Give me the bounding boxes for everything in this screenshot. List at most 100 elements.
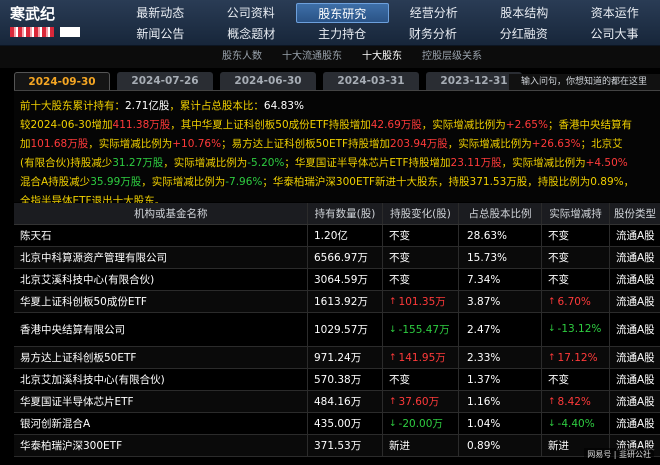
date-tab-2024-07-26[interactable]: 2024-07-26 xyxy=(117,72,213,90)
share-ratio-text: 1.04% xyxy=(467,417,501,430)
holder-name: 北京艾加溪科技中心(有限合伙) xyxy=(14,369,308,390)
table-row[interactable]: 华夏国证半导体芯片ETF 484.16万 ↑ 37.60万 1.16% ↑ 8.42% 流通A… xyxy=(14,391,660,413)
header-ratio[interactable]: 占总股本比例 xyxy=(459,203,542,224)
holding-change-text: 新进 xyxy=(389,440,410,452)
summary-value: +2.65% xyxy=(505,119,548,131)
table-row[interactable]: 易方达上证科创板50ETF 971.24万 ↑ 141.95万 2.33% ↑ 17.12%… xyxy=(14,347,660,369)
arrow-up-icon: ↑ xyxy=(389,296,397,307)
summary-text: ；北京艾 xyxy=(580,138,623,150)
arrow-up-icon: ↑ xyxy=(389,352,397,363)
share-type: 流通A股 xyxy=(610,313,660,346)
holding-change-text: 不变 xyxy=(389,274,410,286)
actual-change-text: 17.12% xyxy=(557,351,598,364)
summary-value: +26.63% xyxy=(531,138,581,150)
holder-name: 银河创新混合A xyxy=(14,413,308,434)
summary-value: 203.94万股 xyxy=(390,138,448,150)
holding-change-text: 不变 xyxy=(389,230,410,242)
report-date-tabs: 2024-09-30 2024-07-26 2024-06-30 2024-03… xyxy=(14,72,660,90)
summary-text: ，实际增减比例为 xyxy=(421,119,506,131)
actual-change-text: 新进 xyxy=(548,440,569,452)
nav-main-holdings[interactable]: 主力持仓 xyxy=(297,24,388,44)
question-search-input[interactable]: 输入问句，你想知道的都在这里 xyxy=(509,74,660,90)
table-row[interactable]: 华夏上证科创板50成份ETF 1613.92万 ↑ 101.35万 3.87% ↑ 6.70… xyxy=(14,291,660,313)
summary-line-3: 加101.68万股，实际增减比例为+10.76%；易方达上证科创板50ETF持股… xyxy=(20,135,660,154)
share-ratio: 2.33% xyxy=(459,347,542,368)
holding-quantity-text: 1613.92万 xyxy=(314,296,368,308)
summary-value: +4.50% xyxy=(585,157,628,169)
share-ratio: 3.87% xyxy=(459,291,542,312)
holding-change: ↑ 101.35万 xyxy=(383,291,459,312)
arrow-down-icon: ↓ xyxy=(389,418,397,429)
share-type-text: 流通A股 xyxy=(616,352,655,364)
summary-value: 64.83% xyxy=(263,100,304,112)
holder-name-text: 陈天石 xyxy=(20,230,52,242)
holding-quantity: 371.53万 xyxy=(308,435,383,456)
share-type-text: 流通A股 xyxy=(616,252,655,264)
date-tab-2023-12-31[interactable]: 2023-12-31 xyxy=(426,72,522,90)
summary-text: ，实际增减比例为 xyxy=(501,157,586,169)
summary-value: 31.27万股 xyxy=(112,157,164,169)
table-row[interactable]: 北京中科算源资产管理有限公司 6566.97万 不变 15.73% 不变 流通A股 xyxy=(14,247,660,269)
holding-quantity: 484.16万 xyxy=(308,391,383,412)
nav-financial-analysis[interactable]: 财务分析 xyxy=(387,24,478,44)
share-type-text: 流通A股 xyxy=(616,296,655,308)
summary-text: ，实际增减比例为 xyxy=(88,138,173,150)
nav-company-profile[interactable]: 公司资料 xyxy=(206,3,297,23)
holding-quantity: 3064.59万 xyxy=(308,269,383,290)
holding-change: ↑ 37.60万 xyxy=(383,391,459,412)
share-ratio-text: 28.63% xyxy=(467,229,508,242)
holder-name-text: 华泰柏瑞沪深300ETF xyxy=(20,440,123,452)
holder-name: 易方达上证科创板50ETF xyxy=(14,347,308,368)
tab-top10-holders[interactable]: 十大股东 xyxy=(362,46,402,68)
header-quantity[interactable]: 持有数量(股) xyxy=(308,203,383,224)
summary-value: -7.96% xyxy=(225,176,263,188)
tab-holding-hierarchy[interactable]: 控股层级关系 xyxy=(422,46,482,68)
nav-shareholder-research[interactable]: 股东研究 xyxy=(296,3,389,23)
holder-name-text: 银河创新混合A xyxy=(20,418,91,430)
nav-company-events[interactable]: 公司大事 xyxy=(569,24,660,44)
nav-operation-analysis[interactable]: 经营分析 xyxy=(389,3,480,23)
nav-latest-news[interactable]: 最新动态 xyxy=(115,3,206,23)
summary-text: ，累计占总股本比： xyxy=(169,100,264,112)
table-row[interactable]: 北京艾加溪科技中心(有限合伙) 570.38万 不变 1.37% 不变 流通A股 xyxy=(14,369,660,391)
summary-text: ，实际增减比例为 xyxy=(163,157,248,169)
summary-value: 23.11万股 xyxy=(450,157,502,169)
holding-change-text: 不变 xyxy=(389,374,410,386)
date-tab-2024-06-30[interactable]: 2024-06-30 xyxy=(220,72,316,90)
holding-change-text: 不变 xyxy=(389,252,410,264)
share-ratio: 1.37% xyxy=(459,369,542,390)
nav-capital-operation[interactable]: 资本运作 xyxy=(570,3,660,23)
header-actual-change[interactable]: 实际增减持 xyxy=(542,203,610,224)
holding-quantity-text: 435.00万 xyxy=(314,418,362,430)
tab-top10-float-holders[interactable]: 十大流通股东 xyxy=(282,46,342,68)
holder-name: 香港中央结算有限公司 xyxy=(14,313,308,346)
holder-name: 北京艾溪科技中心(有限合伙) xyxy=(14,269,308,290)
table-row[interactable]: 香港中央结算有限公司 1029.57万 ↓ -155.47万 2.47% ↓ -13.12%… xyxy=(14,313,660,347)
nav-dividends-financing[interactable]: 分红融资 xyxy=(478,24,569,44)
stock-name: 寒武纪 xyxy=(10,5,56,23)
nav-equity-structure[interactable]: 股本结构 xyxy=(479,3,570,23)
share-type: 流通A股 xyxy=(610,391,660,412)
tab-shareholder-count[interactable]: 股东人数 xyxy=(222,46,262,68)
share-ratio: 28.63% xyxy=(459,225,542,246)
date-tab-2024-09-30[interactable]: 2024-09-30 xyxy=(14,72,110,90)
date-tab-2024-03-31[interactable]: 2024-03-31 xyxy=(323,72,419,90)
arrow-up-icon: ↑ xyxy=(389,396,397,407)
header-share-type[interactable]: 股份类型 xyxy=(610,203,660,224)
table-row[interactable]: 陈天石 1.20亿 不变 28.63% 不变 流通A股 xyxy=(14,225,660,247)
share-type: 流通A股 xyxy=(610,247,660,268)
table-row[interactable]: 北京艾溪科技中心(有限合伙) 3064.59万 不变 7.34% 不变 流通A股 xyxy=(14,269,660,291)
summary-text: 混合A持股减少 xyxy=(20,176,91,188)
holder-name-text: 北京艾溪科技中心(有限合伙) xyxy=(20,274,155,286)
table-row[interactable]: 华泰柏瑞沪深300ETF 371.53万 新进 0.89% 新进 流通A股 xyxy=(14,435,660,457)
holding-quantity: 1029.57万 xyxy=(308,313,383,346)
shareholder-summary: 前十大股东累计持有：2.71亿股，累计占总股本比：64.83% 较2024-06… xyxy=(14,90,660,207)
table-row[interactable]: 银河创新混合A 435.00万 ↓ -20.00万 1.04% ↓ -4.40% 流通A股 xyxy=(14,413,660,435)
actual-change: ↑ 8.42% xyxy=(542,391,610,412)
header-holder-name[interactable]: 机构或基金名称 xyxy=(14,203,308,224)
header-change[interactable]: 持股变化(股) xyxy=(383,203,459,224)
holding-quantity-text: 371.53万 xyxy=(314,440,362,452)
holding-change: 新进 xyxy=(383,435,459,456)
nav-news-announcements[interactable]: 新闻公告 xyxy=(115,24,206,44)
nav-concepts[interactable]: 概念题材 xyxy=(206,24,297,44)
